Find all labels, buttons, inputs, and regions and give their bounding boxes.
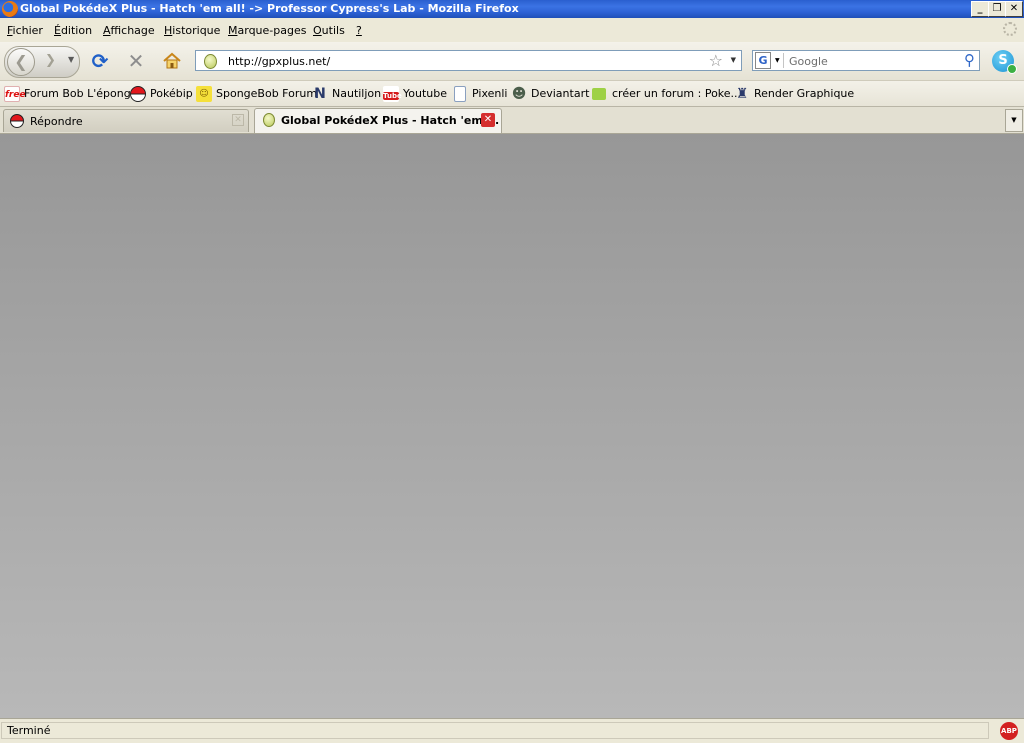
search-input[interactable] — [789, 54, 954, 68]
menu-accesskey: O — [313, 24, 322, 37]
engine-dropdown-icon[interactable]: ▼ — [775, 57, 780, 64]
url-input[interactable] — [228, 54, 698, 68]
tab-label: Répondre — [30, 115, 83, 128]
pokeball-icon — [10, 114, 24, 128]
menu-edition[interactable]: Édition — [54, 24, 92, 37]
menu-accesskey: ? — [356, 24, 362, 37]
home-icon — [163, 52, 181, 69]
bookmark-label: Nautiljon — [332, 87, 382, 100]
navigation-toolbar: ❮ ❯ ▼ ⟳ ✕ ☆ ▼ G ▼ ⚲ S — [0, 42, 1024, 81]
close-window-button[interactable]: ✕ — [1005, 1, 1023, 17]
adblock-plus-icon[interactable]: ABP — [1000, 722, 1018, 740]
menu-bar: Fichier Édition Affichage Historique Mar… — [0, 18, 1024, 43]
bookmark-label: Forum Bob L'éponge — [24, 87, 138, 100]
window-titlebar[interactable]: Global PokédeX Plus - Hatch 'em all! -> … — [0, 0, 1024, 18]
free-icon: free — [4, 86, 26, 102]
menu-accesskey: A — [103, 24, 111, 37]
menu-help[interactable]: ? — [356, 24, 362, 37]
history-dropdown-button[interactable]: ▼ — [68, 55, 74, 64]
bookmark-label: Pokébip — [150, 87, 193, 100]
bookmarks-toolbar: free Forum Bob L'éponge Pokébip ☺ Sponge… — [0, 81, 1024, 107]
nautiljon-icon: N — [314, 86, 326, 102]
restore-button[interactable]: ❐ — [988, 1, 1006, 17]
minimize-button[interactable]: _ — [971, 1, 989, 17]
back-forward-group: ❮ ❯ ▼ — [4, 46, 80, 78]
home-button[interactable] — [161, 51, 183, 74]
menu-accesskey: M — [228, 24, 238, 37]
menu-affichage[interactable]: Affichage — [103, 24, 155, 37]
tab-label: Global PokédeX Plus - Hatch 'em ... — [281, 114, 500, 127]
online-status-dot — [1007, 64, 1017, 74]
tab-global-pokedex-plus[interactable]: Global PokédeX Plus - Hatch 'em ... ✕ — [254, 108, 502, 133]
bookmark-label: Render Graphique — [754, 87, 855, 100]
menu-label: ffichage — [110, 24, 155, 37]
firefox-logo-icon[interactable] — [2, 1, 18, 17]
google-engine-icon[interactable]: G — [755, 52, 771, 69]
close-tab-button[interactable]: ✕ — [481, 113, 495, 127]
window-title: Global PokédeX Plus - Hatch 'em all! -> … — [20, 2, 519, 15]
tab-bar: Répondre ✕ Global PokédeX Plus - Hatch '… — [0, 107, 1024, 134]
render-icon: ♜ — [735, 86, 749, 102]
forward-button[interactable]: ❯ — [45, 53, 56, 68]
menu-label: istorique — [172, 24, 221, 37]
site-favicon-egg-icon[interactable] — [204, 54, 217, 69]
menu-label: utils — [321, 24, 345, 37]
bookmark-label: SpongeBob Forum — [216, 87, 318, 100]
search-bar[interactable]: G ▼ ⚲ — [752, 50, 980, 71]
bookmark-label: Youtube — [403, 87, 447, 100]
bookmark-star-icon[interactable]: ☆ — [709, 51, 723, 70]
skype-letter: S — [998, 53, 1008, 68]
egg-icon — [263, 113, 275, 127]
throbber-icon — [1003, 22, 1017, 36]
close-tab-button[interactable]: ✕ — [232, 114, 244, 126]
address-bar[interactable]: ☆ ▼ — [195, 50, 742, 71]
speech-bubble-icon — [592, 88, 606, 100]
spongebob-icon: ☺ — [196, 86, 212, 102]
menu-fichier[interactable]: Fichier — [7, 24, 43, 37]
search-icon[interactable]: ⚲ — [964, 51, 975, 69]
stop-button[interactable]: ✕ — [125, 51, 147, 71]
url-history-dropdown-icon[interactable]: ▼ — [731, 56, 736, 64]
page-content-area[interactable] — [0, 134, 1024, 718]
menu-label: arque-pages — [237, 24, 307, 37]
menu-marque-pages[interactable]: Marque-pages — [228, 24, 306, 37]
menu-label: dition — [60, 24, 93, 37]
search-separator — [783, 53, 784, 68]
bookmark-label: Deviantart — [531, 87, 590, 100]
tab-list-dropdown-button[interactable]: ▼ — [1005, 109, 1023, 132]
youtube-icon: Tube — [383, 86, 402, 102]
menu-outils[interactable]: Outils — [313, 24, 345, 37]
page-icon — [454, 86, 466, 102]
tab-repondre[interactable]: Répondre ✕ — [3, 109, 249, 132]
bookmark-label: créer un forum : Poke... — [612, 87, 742, 100]
menu-accesskey: É — [54, 24, 61, 37]
back-button[interactable]: ❮ — [7, 48, 35, 76]
bookmark-label: Pixenli — [472, 87, 508, 100]
skype-icon[interactable]: S — [992, 50, 1017, 74]
deviantart-icon: ☻ — [511, 86, 527, 102]
menu-historique[interactable]: Historique — [164, 24, 220, 37]
reload-button[interactable]: ⟳ — [89, 51, 111, 71]
status-text: Terminé — [1, 722, 989, 739]
youtube-icon-text: Tube — [383, 92, 402, 100]
menu-label: ichier — [12, 24, 43, 37]
status-bar: Terminé ABP — [0, 718, 1024, 743]
pokeball-icon — [130, 86, 146, 102]
